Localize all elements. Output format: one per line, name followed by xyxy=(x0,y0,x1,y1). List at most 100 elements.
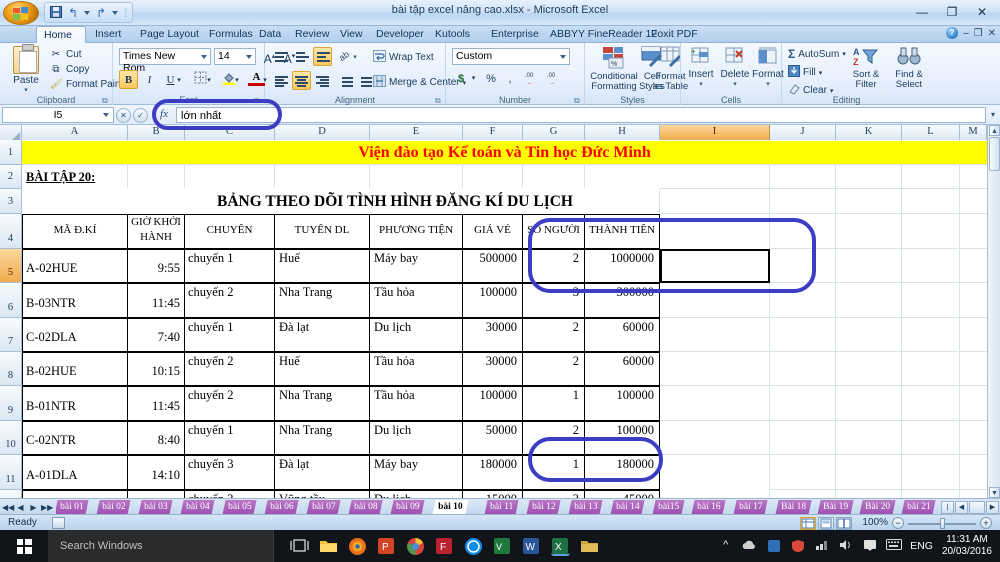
italic-button[interactable]: I xyxy=(140,70,159,89)
cell-e8[interactable]: Tầu hỏa xyxy=(372,354,462,369)
cell-f9[interactable]: 100000 xyxy=(462,388,519,403)
first-sheet-icon[interactable]: ◀◀ xyxy=(2,503,14,512)
sheet-tab-bai-08[interactable]: bài 08 xyxy=(348,500,384,515)
file-explorer-icon[interactable] xyxy=(319,537,338,556)
cell-e11[interactable]: Máy bay xyxy=(372,457,462,472)
cell-g6[interactable]: 3 xyxy=(522,285,581,300)
alignment-dialog-launcher[interactable]: ⧉ xyxy=(435,96,443,105)
sheet-tab-navigation[interactable]: ◀◀ ◀ ▶ ▶▶ xyxy=(2,500,54,514)
column-header-b[interactable]: B xyxy=(128,125,185,140)
cell-a11[interactable]: A-01DLA xyxy=(24,468,126,483)
tab-review[interactable]: Review xyxy=(288,26,336,43)
sheet-tab-bai-19[interactable]: Bài 19 xyxy=(817,500,854,515)
percent-format-button[interactable]: % xyxy=(482,70,500,88)
cell-b11[interactable]: 14:10 xyxy=(128,468,182,483)
cell-g10[interactable]: 2 xyxy=(522,423,581,438)
zoom-out-icon[interactable]: − xyxy=(892,517,904,529)
cell-a7[interactable]: C-02DLA xyxy=(24,330,126,345)
column-header-m[interactable]: M xyxy=(960,125,987,140)
column-header-a[interactable]: A xyxy=(22,125,128,140)
cell-c9[interactable]: chuyến 2 xyxy=(186,388,274,403)
cell-g7[interactable]: 2 xyxy=(522,320,581,335)
sheet-tab-bai-13[interactable]: bài 13 xyxy=(568,500,604,515)
view-page-layout-button[interactable] xyxy=(818,517,834,530)
row-header-12[interactable]: 12 xyxy=(0,490,22,498)
keyboard-icon[interactable] xyxy=(886,538,903,554)
prev-sheet-icon[interactable]: ◀ xyxy=(15,503,26,512)
show-hidden-icons[interactable]: ^ xyxy=(718,539,733,554)
sheet-tab-bai-21[interactable]: bài 21 xyxy=(901,500,937,515)
sheet-tab-bai-03[interactable]: bài 03 xyxy=(138,500,174,515)
decrease-decimal-button[interactable]: .00 → xyxy=(546,70,566,88)
ribbon-close-icon[interactable]: ✕ xyxy=(988,28,996,39)
cell-a6[interactable]: B-03NTR xyxy=(24,296,126,311)
vertical-scrollbar[interactable]: ▲ ▼ xyxy=(987,125,1000,498)
sheet-tab-bai-05[interactable]: bài 05 xyxy=(222,500,258,515)
word-icon[interactable]: W xyxy=(522,537,541,556)
cell-g11[interactable]: 1 xyxy=(522,457,581,472)
comma-format-button[interactable]: , xyxy=(502,70,518,88)
wrap-text-button[interactable]: Wrap Text xyxy=(373,50,434,65)
cell-c8[interactable]: chuyến 2 xyxy=(186,354,274,369)
cell-a10[interactable]: C-02NTR xyxy=(24,433,126,448)
scroll-up-icon[interactable]: ▲ xyxy=(989,125,1000,136)
folder-icon[interactable] xyxy=(580,537,599,556)
zoom-slider[interactable]: − + xyxy=(892,517,992,530)
cell-d8[interactable]: Huế xyxy=(277,354,369,369)
column-header-l[interactable]: L xyxy=(902,125,960,140)
task-view-icon[interactable] xyxy=(290,537,309,556)
cell-c3-table-title[interactable]: BẢNG THEO DÕI TÌNH HÌNH ĐĂNG KÍ DU LỊCH xyxy=(130,191,660,213)
chrome-icon[interactable] xyxy=(406,537,425,556)
spreadsheet-grid[interactable]: A B C D E F G H I J K L M 1 2 3 4 5 6 7 … xyxy=(0,125,1000,498)
font-size-combo[interactable]: 14 xyxy=(214,48,256,65)
cell-c7[interactable]: chuyến 1 xyxy=(186,320,274,335)
sheet-tab-bai-20[interactable]: Bài 20 xyxy=(859,500,896,515)
delete-cells-button[interactable]: Delete ▾ xyxy=(718,46,752,94)
zoom-in-icon[interactable]: + xyxy=(980,517,992,529)
cell-e5[interactable]: Máy bay xyxy=(372,251,462,266)
ribbon-minimize-icon[interactable]: – xyxy=(963,28,969,39)
cell-d11[interactable]: Đà lạt xyxy=(277,457,369,472)
font-dialog-launcher[interactable]: ⧉ xyxy=(254,96,262,105)
column-header-f[interactable]: F xyxy=(463,125,523,140)
cell-c6[interactable]: chuyến 2 xyxy=(186,285,274,300)
start-button[interactable] xyxy=(0,530,48,562)
cell-h10[interactable]: 100000 xyxy=(584,423,656,438)
find-select-button[interactable]: Find & Select xyxy=(888,46,930,94)
scroll-down-icon[interactable]: ▼ xyxy=(989,487,1000,498)
row-header-6[interactable]: 6 xyxy=(0,283,22,318)
status-macro-icon[interactable] xyxy=(52,517,65,529)
sheet-tab-bai-09[interactable]: bài 09 xyxy=(390,500,426,515)
number-format-combo[interactable]: Custom xyxy=(452,48,570,65)
decrease-indent-button[interactable] xyxy=(336,71,355,90)
column-header-c[interactable]: C xyxy=(185,125,275,140)
align-bottom-button[interactable] xyxy=(313,47,332,66)
row-header-7[interactable]: 7 xyxy=(0,318,22,352)
sheet-tab-bai-12[interactable]: bài 12 xyxy=(526,500,562,515)
sheet-tab-scroll[interactable]: | ◀ ▶ xyxy=(941,500,999,514)
cell-a8[interactable]: B-02HUE xyxy=(24,364,126,379)
row-header-3[interactable]: 3 xyxy=(0,189,22,214)
sheet-tab-bai-04[interactable]: bài 04 xyxy=(180,500,216,515)
active-cell-selection[interactable] xyxy=(660,249,770,283)
cell-b5[interactable]: 9:55 xyxy=(128,261,182,276)
tab-view[interactable]: View xyxy=(333,26,370,43)
next-sheet-icon[interactable]: ▶ xyxy=(28,503,39,512)
name-box[interactable]: I5 xyxy=(2,107,114,123)
view-page-break-button[interactable] xyxy=(836,517,852,530)
tab-scroll-right-icon[interactable]: ▶ xyxy=(986,500,999,514)
teamviewer-icon[interactable] xyxy=(464,537,483,556)
network-icon[interactable] xyxy=(814,539,829,554)
vmware-icon[interactable] xyxy=(766,539,781,554)
antivirus-icon[interactable] xyxy=(790,539,805,554)
cell-c11[interactable]: chuyến 3 xyxy=(186,457,274,472)
cell-c10[interactable]: chuyến 1 xyxy=(186,423,274,438)
cell-f8[interactable]: 30000 xyxy=(462,354,519,369)
orientation-dropdown-icon[interactable]: ▾ xyxy=(351,47,359,66)
borders-dropdown-icon[interactable]: ▾ xyxy=(205,70,213,89)
cell-h7[interactable]: 60000 xyxy=(584,320,656,335)
cell-b8[interactable]: 10:15 xyxy=(128,364,182,379)
tab-split-handle[interactable]: | xyxy=(941,500,954,514)
row-header-2[interactable]: 2 xyxy=(0,165,22,189)
powerpoint-icon[interactable]: P xyxy=(377,537,396,556)
